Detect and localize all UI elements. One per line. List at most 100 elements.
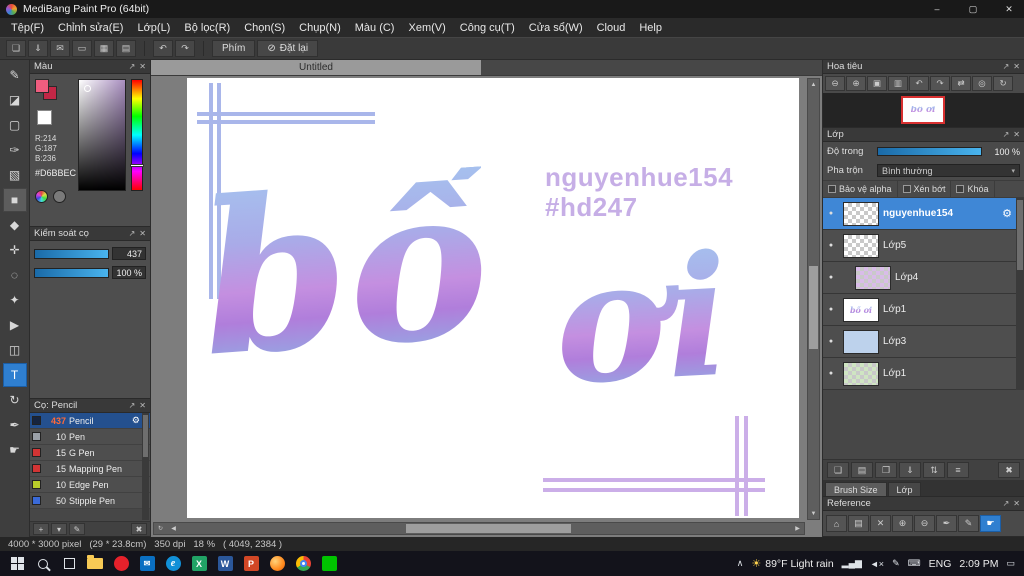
brush-opacity-value[interactable]: 100 %: [112, 266, 146, 279]
menu-filter[interactable]: Bộ lọc(R): [177, 22, 237, 34]
scrollbar-thumb[interactable]: [143, 415, 148, 457]
layer-row[interactable]: ● Lớp1: [823, 358, 1024, 390]
eye-icon[interactable]: ●: [823, 274, 839, 281]
eye-icon[interactable]: ●: [823, 370, 839, 377]
spin-view-button[interactable]: ↻: [993, 76, 1013, 91]
touch-keyboard-icon[interactable]: ⌨: [908, 558, 921, 569]
brush-row[interactable]: 50 Stipple Pen: [30, 493, 150, 509]
zoom-out-button[interactable]: ⊖: [914, 515, 935, 532]
move-tool-button[interactable]: ✛: [3, 238, 27, 262]
brush-opacity-slider[interactable]: [34, 267, 109, 278]
navigator-view-rect[interactable]: bố ơi: [901, 96, 945, 124]
scroll-down-icon[interactable]: ▼: [808, 508, 819, 519]
duplicate-layer-button[interactable]: ❐: [875, 462, 897, 478]
pencil-button[interactable]: ✎: [958, 515, 979, 532]
divide-tool-button[interactable]: ◫: [3, 338, 27, 362]
rotate-right-button[interactable]: ↷: [930, 76, 950, 91]
chrome-button[interactable]: [290, 551, 316, 576]
close-icon[interactable]: ✕: [1013, 62, 1020, 71]
brush-row[interactable]: 10 Pen: [30, 429, 150, 445]
add-layer-button[interactable]: ❏: [827, 462, 849, 478]
protect-alpha-checkbox[interactable]: Bảo vệ alpha: [823, 181, 898, 197]
actual-size-button[interactable]: ▥: [888, 76, 908, 91]
zoom-out-button[interactable]: ⊖: [825, 76, 845, 91]
rotate-tool-button[interactable]: ↻: [3, 388, 27, 412]
flip-horizontal-button[interactable]: ⇄: [951, 76, 971, 91]
menu-cloud[interactable]: Cloud: [590, 22, 633, 34]
popout-icon[interactable]: ↗: [129, 229, 136, 238]
gear-icon[interactable]: ⚙: [132, 415, 140, 426]
hue-cursor[interactable]: [130, 163, 144, 167]
gear-icon[interactable]: ⚙: [1002, 207, 1012, 220]
navigator-preview[interactable]: bố ơi: [823, 93, 1024, 127]
operation-tool-button[interactable]: ▶: [3, 313, 27, 337]
text-tool-button[interactable]: T: [2, 363, 27, 387]
pen-tool-button[interactable]: ✎: [3, 63, 27, 87]
task-view-button[interactable]: [56, 551, 82, 576]
menu-file[interactable]: Tệp(F): [4, 22, 51, 34]
foreground-color-swatch[interactable]: [35, 79, 49, 93]
tab-brush-size[interactable]: Brush Size: [825, 482, 887, 496]
popout-icon[interactable]: ↗: [129, 62, 136, 71]
reset-rotation-icon[interactable]: ↻: [154, 523, 167, 534]
eyedropper-tool-button[interactable]: ✒: [3, 413, 27, 437]
scroll-left-icon[interactable]: ◀: [167, 523, 180, 534]
sv-cursor[interactable]: [84, 85, 91, 92]
zoom-in-button[interactable]: ⊕: [892, 515, 913, 532]
layer-row[interactable]: ● Lớp5: [823, 230, 1024, 262]
eye-icon[interactable]: ●: [823, 338, 839, 345]
mail-app-button[interactable]: ✉: [134, 551, 160, 576]
brush-menu-button[interactable]: ▾: [51, 523, 67, 535]
transfer-layer-button[interactable]: ⇅: [923, 462, 945, 478]
grid-button[interactable]: ▦: [94, 40, 114, 57]
scroll-right-icon[interactable]: ▶: [791, 523, 804, 534]
brush-list-scrollbar[interactable]: [142, 413, 149, 520]
popout-icon[interactable]: ↗: [129, 401, 136, 410]
hue-slider[interactable]: [130, 79, 144, 191]
brush-size-value[interactable]: 437: [112, 247, 146, 260]
firefox-button[interactable]: [264, 551, 290, 576]
palette-icon[interactable]: [53, 190, 66, 203]
publish-button[interactable]: ✉: [50, 40, 70, 57]
rotate-left-button[interactable]: ↶: [909, 76, 929, 91]
lock-checkbox[interactable]: Khóa: [951, 181, 995, 197]
menu-layer[interactable]: Lớp(L): [130, 22, 177, 34]
weather-widget[interactable]: ☀ 89°F Light rain: [751, 557, 833, 571]
network-icon[interactable]: ▂▄▆: [842, 558, 862, 569]
blend-mode-select[interactable]: Bình thường ▾: [877, 164, 1020, 177]
close-button[interactable]: ✕: [994, 0, 1024, 18]
popout-icon[interactable]: ↗: [1003, 499, 1010, 508]
horizontal-scrollbar[interactable]: ↻ ◀ ▶: [153, 522, 805, 535]
close-icon[interactable]: ✕: [1013, 130, 1020, 139]
menu-tools[interactable]: Công cụ(T): [453, 22, 522, 34]
tab-layers[interactable]: Lớp: [887, 482, 922, 496]
select-tool-button[interactable]: ▢: [3, 113, 27, 137]
menu-view[interactable]: Xem(V): [401, 22, 452, 34]
volume-muted-icon[interactable]: ◄×: [870, 559, 884, 569]
add-folder-button[interactable]: ▤: [851, 462, 873, 478]
popout-icon[interactable]: ↗: [1003, 62, 1010, 71]
material-button[interactable]: ▤: [116, 40, 136, 57]
layer-row[interactable]: ● Lớp3: [823, 326, 1024, 358]
word-button[interactable]: W: [212, 551, 238, 576]
brush-row[interactable]: 15 Mapping Pen: [30, 461, 150, 477]
file-explorer-button[interactable]: [82, 551, 108, 576]
close-icon[interactable]: ✕: [139, 229, 146, 238]
open-folder-button[interactable]: ▤: [848, 515, 869, 532]
hand-button[interactable]: ☛: [980, 515, 1001, 532]
eyedropper-button[interactable]: ✒: [936, 515, 957, 532]
transparent-color-swatch[interactable]: [37, 110, 52, 125]
brush-row[interactable]: 15 G Pen: [30, 445, 150, 461]
powerpoint-button[interactable]: P: [238, 551, 264, 576]
fit-window-button[interactable]: ▣: [867, 76, 887, 91]
edge-button[interactable]: e: [160, 551, 186, 576]
search-button[interactable]: [30, 551, 56, 576]
checkbox-icon[interactable]: [902, 185, 911, 193]
clock[interactable]: 2:09 PM: [959, 558, 998, 570]
hand-tool-button[interactable]: ☛: [3, 438, 27, 462]
gradient-tool-button[interactable]: ▧: [3, 163, 27, 187]
redo-button[interactable]: ↷: [175, 40, 195, 57]
add-brush-button[interactable]: +: [33, 523, 49, 535]
brush-row[interactable]: 437 Pencil ⚙: [30, 413, 150, 429]
eye-icon[interactable]: ●: [823, 306, 839, 313]
